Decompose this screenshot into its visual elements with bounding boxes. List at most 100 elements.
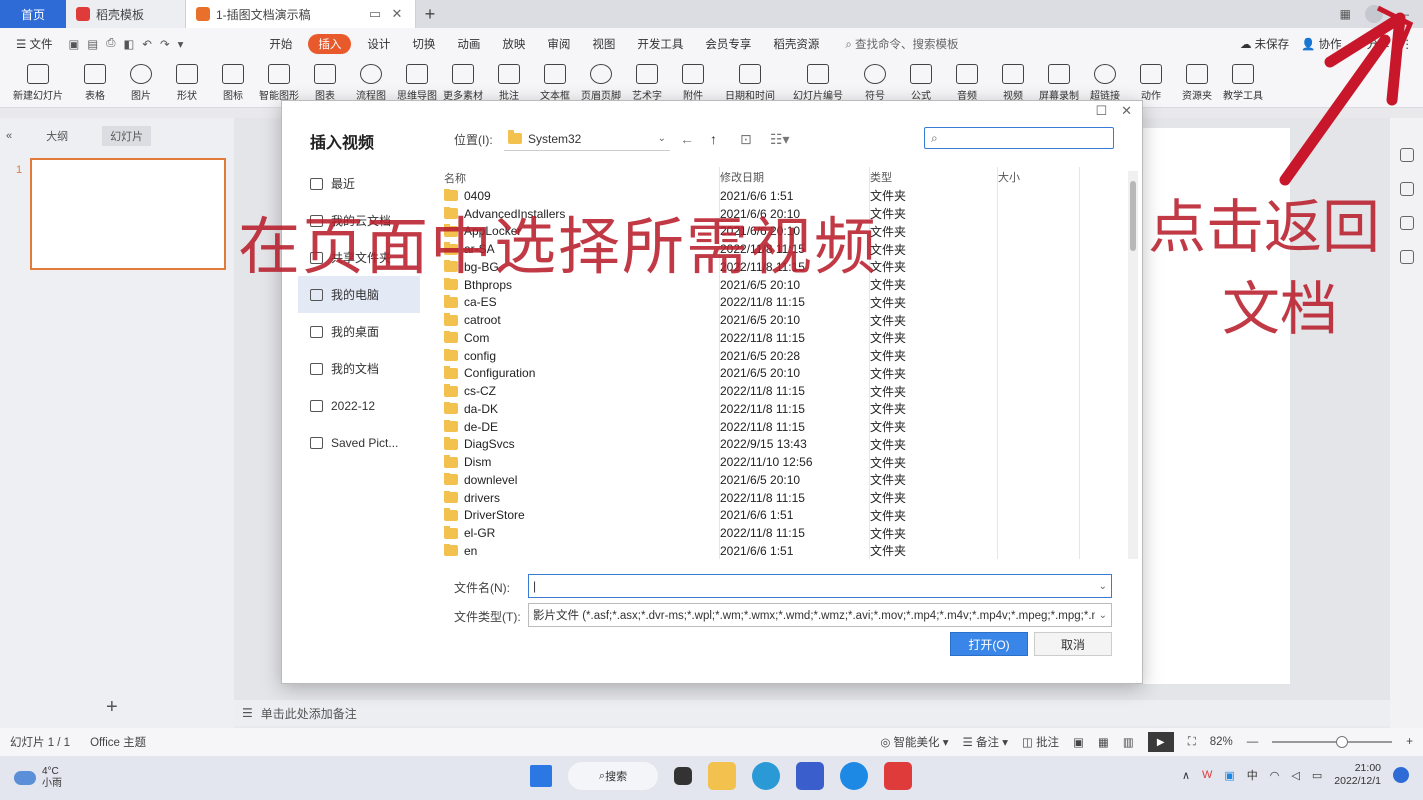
comments-toggle[interactable]: ◫ 批注	[1022, 734, 1059, 750]
ime-indicator[interactable]: 中	[1247, 767, 1258, 783]
ribbon-button[interactable]: 文本框	[534, 64, 576, 102]
ribbon-button[interactable]: 日期和时间	[718, 64, 782, 102]
collapse-panel-icon[interactable]: «	[6, 130, 12, 142]
ie-browser-icon[interactable]	[840, 762, 868, 790]
tray-expand-icon[interactable]: ∧	[1182, 769, 1190, 782]
battery-icon[interactable]: ▭	[1312, 769, 1322, 782]
view-mode-icon[interactable]: ☷▾	[770, 131, 790, 148]
ribbon-button[interactable]: 附件	[672, 64, 714, 102]
ribbon-button[interactable]: 符号	[854, 64, 896, 102]
file-row[interactable]: ca-ES 2022/11/8 11:15 文件夹	[438, 294, 1128, 312]
menu-member[interactable]: 会员专享	[699, 34, 757, 54]
file-row[interactable]: de-DE 2022/11/8 11:15 文件夹	[438, 418, 1128, 436]
sidebar-tool-icon-3[interactable]	[1399, 216, 1414, 230]
wps-tray-icon[interactable]: W	[1202, 769, 1212, 781]
file-row[interactable]: Configuration 2021/6/5 20:10 文件夹	[438, 365, 1128, 383]
file-row[interactable]: config 2021/6/5 20:28 文件夹	[438, 347, 1128, 365]
ribbon-button[interactable]: 音频	[946, 64, 988, 102]
play-slideshow-icon[interactable]: ▶	[1147, 732, 1174, 752]
zoom-level[interactable]: 82%	[1210, 736, 1233, 748]
store-icon[interactable]	[796, 762, 824, 790]
ribbon-button[interactable]: 图片	[120, 64, 162, 102]
scrollbar-thumb[interactable]	[1130, 181, 1136, 251]
file-list-scrollbar[interactable]	[1128, 171, 1138, 559]
ribbon-button[interactable]: 形状	[166, 64, 208, 102]
menu-developer[interactable]: 开发工具	[631, 34, 689, 54]
close-dialog-icon[interactable]: ✕	[1121, 103, 1132, 119]
notification-icon[interactable]	[1393, 767, 1409, 783]
undo-icon[interactable]: ↶	[142, 37, 152, 51]
close-tab-icon[interactable]: ✕	[389, 6, 405, 22]
ribbon-button[interactable]: 资源夹	[1176, 64, 1218, 102]
file-row[interactable]: cs-CZ 2022/11/8 11:15 文件夹	[438, 382, 1128, 400]
windows-start-icon[interactable]	[530, 765, 552, 787]
notes-toggle[interactable]: ☰ 备注 ▾	[963, 734, 1008, 750]
save-icon[interactable]: ▣	[69, 37, 80, 51]
command-search[interactable]: ⌕ 查找命令、搜索模板	[845, 36, 958, 52]
ribbon-button[interactable]: 动作	[1130, 64, 1172, 102]
ribbon-button[interactable]: 幻灯片编号	[786, 64, 850, 102]
wifi-icon[interactable]: ◠	[1270, 769, 1280, 782]
menu-design[interactable]: 设计	[361, 34, 396, 54]
edge-browser-icon[interactable]	[752, 762, 780, 790]
new-tab-button[interactable]: +	[416, 0, 444, 28]
tab-slides[interactable]: 幻灯片	[102, 126, 152, 146]
float-window-icon[interactable]: ▭	[367, 6, 383, 22]
add-slide-icon[interactable]: +	[106, 696, 118, 719]
print-icon[interactable]: ⎙	[106, 37, 115, 51]
file-row[interactable]: catroot 2021/6/5 20:10 文件夹	[438, 311, 1128, 329]
dialog-search-input[interactable]: ⌕	[924, 127, 1114, 149]
file-row[interactable]: Dism 2022/11/10 12:56 文件夹	[438, 453, 1128, 471]
zoom-out-icon[interactable]: —	[1247, 736, 1259, 748]
ribbon-button[interactable]: 思维导图	[396, 64, 438, 102]
sorter-view-icon[interactable]: ▦	[1098, 735, 1109, 749]
ribbon-button[interactable]: 批注	[488, 64, 530, 102]
dialog-sidebar-item[interactable]: 我的文档	[298, 350, 420, 387]
file-row[interactable]: el-GR 2022/11/8 11:15 文件夹	[438, 524, 1128, 542]
ribbon-button[interactable]: 屏幕录制	[1038, 64, 1080, 102]
file-row[interactable]: en 2021/6/6 1:51 文件夹	[438, 542, 1128, 559]
tab-outline[interactable]: 大纲	[46, 128, 68, 144]
zoom-slider[interactable]	[1272, 736, 1393, 748]
column-date[interactable]: 修改日期	[720, 169, 870, 187]
ribbon-button[interactable]: 新建幻灯片	[6, 64, 70, 102]
volume-icon[interactable]: ◁	[1291, 769, 1299, 782]
filename-input[interactable]: | ⌄	[528, 574, 1112, 598]
tab-home[interactable]: 首页	[0, 0, 66, 28]
column-name[interactable]: 名称	[438, 169, 720, 187]
menu-review[interactable]: 审阅	[541, 34, 576, 54]
chevron-down-icon[interactable]: ⌄	[1099, 581, 1107, 592]
redo-icon[interactable]: ↷	[160, 37, 170, 51]
menu-file[interactable]: ☰ 文件	[10, 34, 59, 54]
fit-icon[interactable]: ⛶	[1188, 736, 1196, 749]
file-row[interactable]: drivers 2022/11/8 11:15 文件夹	[438, 489, 1128, 507]
notes-bar[interactable]: ☰ 单击此处添加备注	[234, 700, 1390, 726]
menu-transition[interactable]: 切换	[406, 34, 441, 54]
menu-slideshow[interactable]: 放映	[496, 34, 531, 54]
open-button[interactable]: 打开(O)	[950, 632, 1028, 656]
ribbon-button[interactable]: 智能图形	[258, 64, 300, 102]
maximize-dialog-icon[interactable]: ☐	[1095, 103, 1107, 119]
ribbon-button[interactable]: 表格	[74, 64, 116, 102]
file-row[interactable]: downlevel 2021/6/5 20:10 文件夹	[438, 471, 1128, 489]
dialog-sidebar-item[interactable]: 我的桌面	[298, 313, 420, 350]
ribbon-button[interactable]: 视频	[992, 64, 1034, 102]
slide-thumbnail[interactable]	[30, 158, 226, 270]
new-folder-icon[interactable]: ⊡	[740, 131, 752, 148]
ribbon-button[interactable]: 超链接	[1084, 64, 1126, 102]
up-arrow-icon[interactable]: ↑	[710, 131, 717, 147]
tray-app-icon[interactable]: ▣	[1224, 769, 1234, 782]
ribbon-button[interactable]: 教学工具	[1222, 64, 1264, 102]
cancel-button[interactable]: 取消	[1034, 632, 1112, 656]
file-row[interactable]: da-DK 2022/11/8 11:15 文件夹	[438, 400, 1128, 418]
sidebar-tool-icon-4[interactable]	[1399, 250, 1414, 264]
theme-name[interactable]: Office 主题	[90, 734, 146, 750]
normal-view-icon[interactable]: ▣	[1073, 735, 1084, 749]
wps-office-icon[interactable]	[884, 762, 912, 790]
file-row[interactable]: Com 2022/11/8 11:15 文件夹	[438, 329, 1128, 347]
menu-insert[interactable]: 插入	[308, 34, 352, 54]
dropdown-icon[interactable]: ▾	[178, 37, 184, 51]
menu-view[interactable]: 视图	[586, 34, 621, 54]
export-icon[interactable]: ▤	[87, 37, 98, 51]
file-row[interactable]: DriverStore 2021/6/6 1:51 文件夹	[438, 507, 1128, 525]
